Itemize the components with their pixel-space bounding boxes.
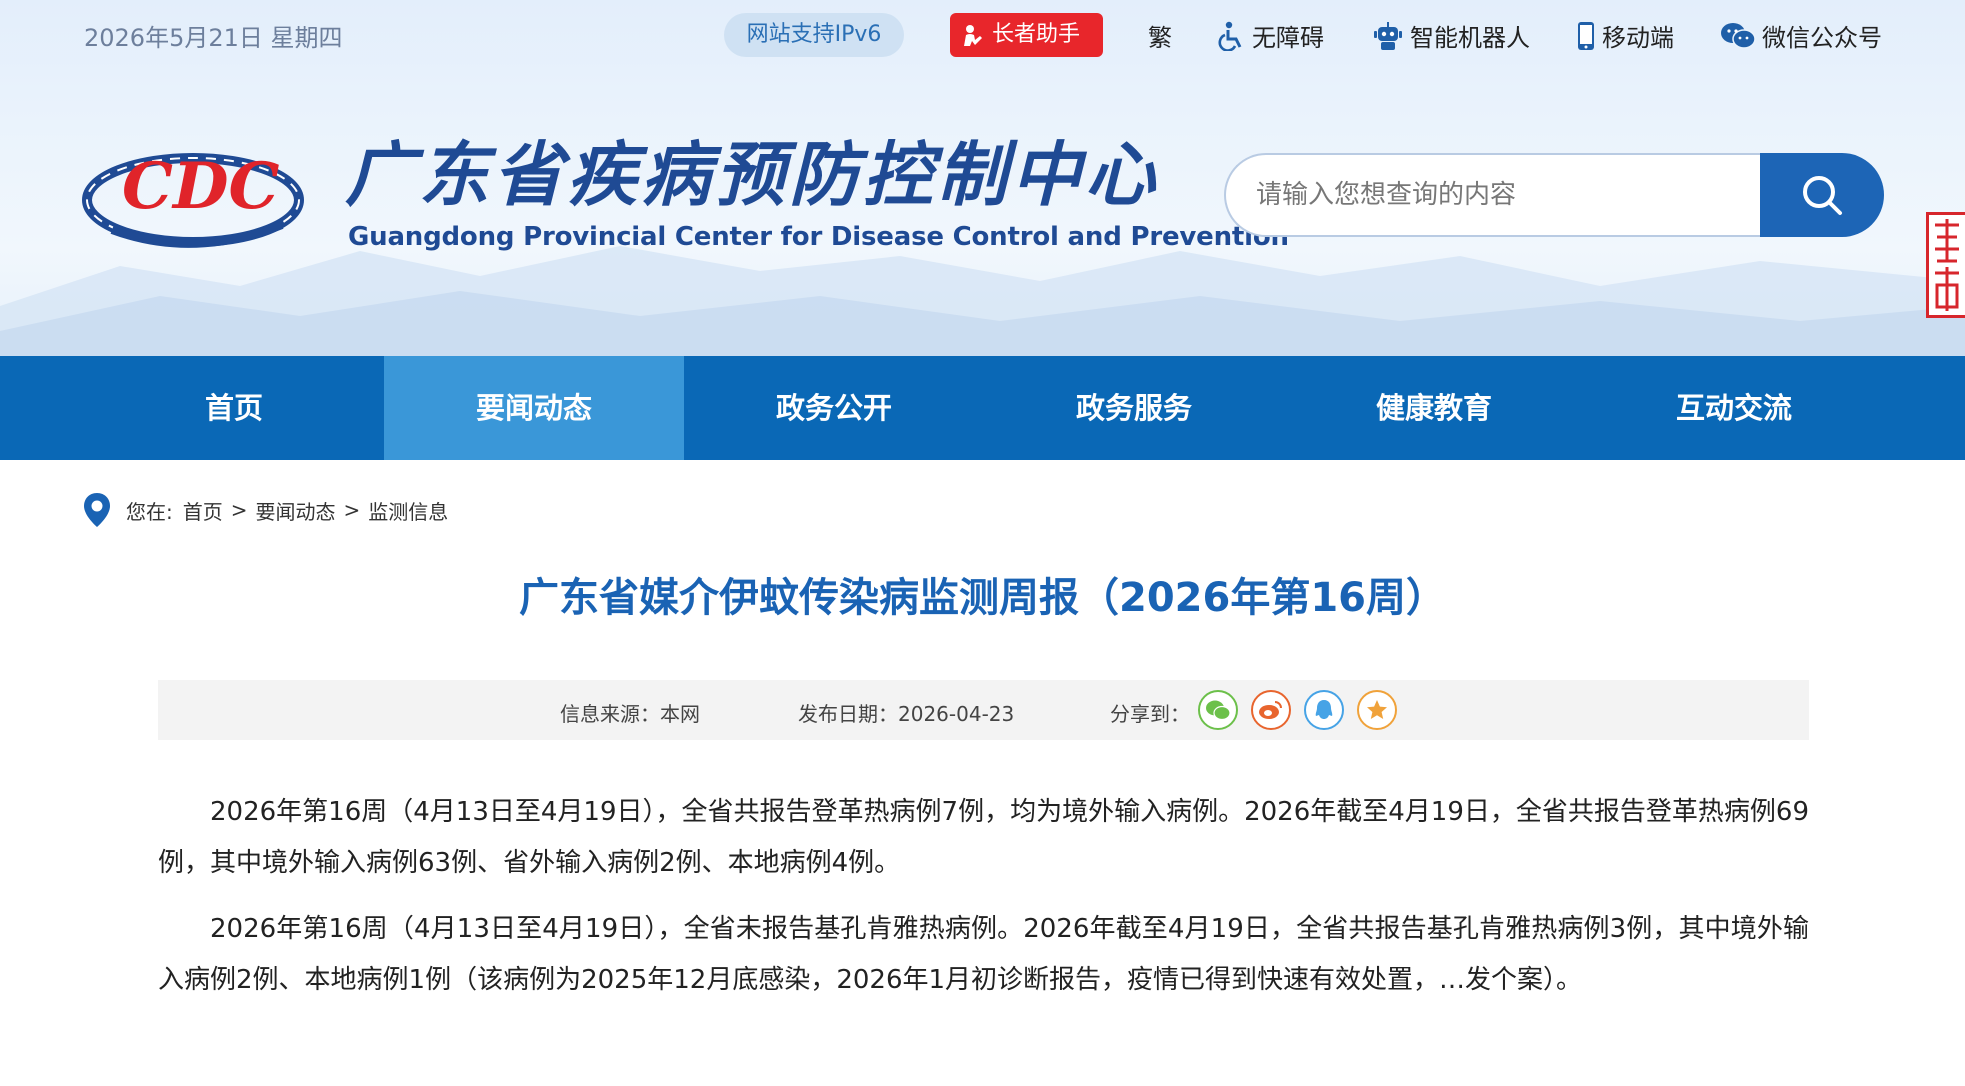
traditional-label: 繁 (1148, 24, 1172, 52)
breadcrumb-prefix: 您在: (126, 499, 173, 524)
breadcrumb-home[interactable]: 首页 (183, 496, 223, 525)
article-date: 发布日期：2026-04-23 (798, 702, 1015, 726)
wechat-link[interactable]: 微信公众号 (1720, 18, 1882, 53)
breadcrumb-separator: > (230, 498, 248, 522)
nav-news[interactable]: 要闻动态 (384, 356, 684, 460)
search-button[interactable] (1760, 153, 1884, 237)
mobile-link[interactable]: 移动端 (1576, 18, 1674, 53)
breadcrumb-news[interactable]: 要闻动态 (256, 496, 336, 525)
nav-home[interactable]: 首页 (84, 356, 384, 460)
elder-assistant-button[interactable]: 长者助手 (950, 13, 1103, 57)
share-label: 分享到： (1110, 702, 1190, 726)
share-qq-button[interactable] (1304, 690, 1344, 730)
article-paragraph: 2026年第16周（4月13日至4月19日），全省未报告基孔肯雅热病例。2026… (158, 914, 1809, 995)
nav-health-education[interactable]: 健康教育 (1284, 356, 1584, 460)
search-input[interactable] (1224, 153, 1784, 237)
seal-glyph-icon (1935, 219, 1959, 311)
robot-icon (1374, 21, 1402, 50)
location-pin-icon (84, 493, 110, 527)
traditional-chinese-link[interactable]: 繁 (1148, 18, 1172, 53)
wheelchair-icon (1218, 21, 1242, 51)
site-title-en: Guangdong Provincial Center for Disease … (348, 222, 1289, 252)
site-title-cn: 广东省疾病预防控制中心 (345, 133, 1159, 216)
weibo-share-icon (1259, 701, 1282, 719)
main-nav: 首页 要闻动态 政务公开 政务服务 健康教育 互动交流 (0, 356, 1965, 460)
article-title: 广东省媒介伊蚊传染病监测周报（2026年第16周） (519, 575, 1446, 621)
article-meta-bar: 信息来源：本网 发布日期：2026-04-23 分享到： (158, 680, 1809, 740)
mobile-phone-icon (1578, 21, 1594, 50)
top-utility-bar: 2026年5月21日 星期四 网站支持IPv6 长者助手 繁 无障碍 智能机器人… (0, 0, 1965, 70)
wechat-label: 微信公众号 (1762, 24, 1882, 52)
nav-government-services[interactable]: 政务服务 (984, 356, 1284, 460)
breadcrumb-monitoring[interactable]: 监测信息 (368, 496, 448, 525)
current-date: 2026年5月21日 星期四 (84, 24, 343, 52)
wechat-share-icon (1206, 700, 1231, 721)
search-box (1224, 153, 1884, 237)
star-favorite-icon (1367, 700, 1387, 719)
elder-icon (964, 25, 982, 46)
side-red-tab[interactable] (1926, 212, 1965, 318)
breadcrumb: 您在: 首页 > 要闻动态 > 监测信息 (82, 490, 448, 530)
article-paragraph: 2026年第16周（4月13日至4月19日），全省共报告登革热病例7例，均为境外… (158, 797, 1809, 878)
share-weibo-button[interactable] (1251, 690, 1291, 730)
robot-label: 智能机器人 (1410, 24, 1530, 52)
article-source: 信息来源：本网 (560, 702, 700, 726)
logo-text: CDC (122, 149, 279, 224)
qq-share-icon (1315, 700, 1333, 719)
cdc-logo[interactable]: CDC (82, 130, 304, 252)
accessibility-label: 无障碍 (1252, 24, 1324, 52)
nav-government-affairs[interactable]: 政务公开 (684, 356, 984, 460)
site-header: 2026年5月21日 星期四 网站支持IPv6 长者助手 繁 无障碍 智能机器人… (0, 0, 1965, 356)
breadcrumb-separator: > (343, 498, 361, 522)
ipv6-badge: 网站支持IPv6 (724, 13, 904, 57)
elder-label: 长者助手 (992, 22, 1081, 47)
wechat-icon (1721, 22, 1756, 49)
mobile-label: 移动端 (1602, 24, 1674, 52)
share-wechat-button[interactable] (1198, 690, 1238, 730)
share-favorite-button[interactable] (1357, 690, 1397, 730)
nav-interaction[interactable]: 互动交流 (1584, 356, 1884, 460)
robot-link[interactable]: 智能机器人 (1372, 18, 1530, 53)
accessibility-link[interactable]: 无障碍 (1218, 18, 1324, 53)
search-icon (1803, 176, 1842, 215)
